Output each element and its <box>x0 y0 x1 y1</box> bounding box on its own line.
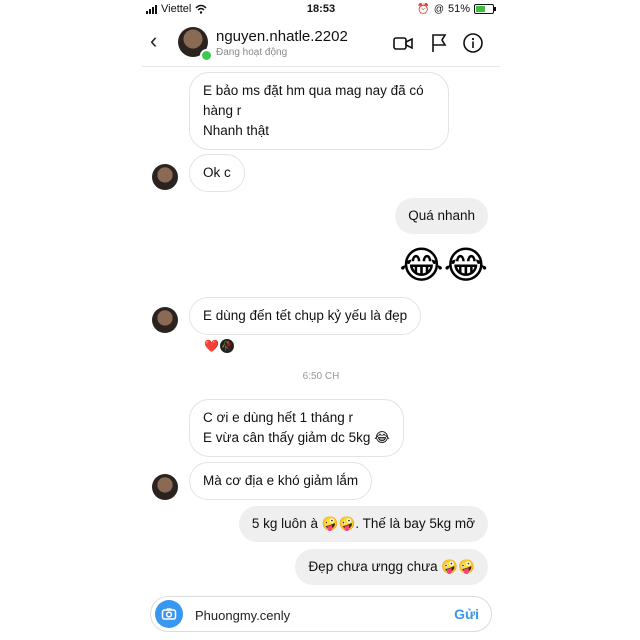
message-timestamp: 6:50 CH <box>302 371 340 382</box>
active-status: Đang hoạt động <box>216 47 288 58</box>
incoming-message[interactable]: C ơi e dùng hết 1 tháng r E vừa cân thấy… <box>189 399 404 457</box>
back-chevron-icon[interactable]: ‹ <box>150 30 157 52</box>
message-reactions[interactable]: ❤️ 🥀 <box>204 339 234 353</box>
video-call-icon[interactable] <box>392 32 414 54</box>
incoming-message[interactable]: Ok c <box>189 154 245 192</box>
chat-screen: Viettel 18:53 ⏰ @ 51% ‹ nguyen.nhatle.22… <box>142 0 500 640</box>
battery-percent: 51% <box>447 3 470 15</box>
avatar[interactable] <box>152 307 178 333</box>
incoming-message[interactable]: E dùng đến tết chụp kỷ yếu là đẹp <box>189 297 422 335</box>
outgoing-message[interactable]: Quá nhanh <box>395 198 488 234</box>
rose-reaction-icon: 🥀 <box>220 339 234 353</box>
message-input[interactable] <box>193 603 437 627</box>
heart-reaction-icon: ❤️ <box>204 339 219 353</box>
emoji-message[interactable]: 😂😂 <box>399 246 488 286</box>
flag-icon[interactable] <box>428 32 450 54</box>
outgoing-message[interactable]: 5 kg luôn à 🤪🤪. Thế là bay 5kg mỡ <box>238 506 488 542</box>
camera-icon[interactable] <box>155 600 183 628</box>
incoming-message[interactable]: Mà cơ địa e khó giảm lắm <box>189 462 373 500</box>
send-button[interactable]: Gửi <box>454 606 479 622</box>
avatar[interactable] <box>152 474 178 500</box>
battery-icon <box>474 4 496 14</box>
info-icon[interactable] <box>462 32 484 54</box>
rotation-lock-icon: @ <box>433 3 444 15</box>
alarm-icon: ⏰ <box>417 3 430 15</box>
message-composer: Gửi <box>150 596 492 632</box>
chat-header: ‹ nguyen.nhatle.2202 Đang hoạt động <box>142 20 500 67</box>
incoming-message[interactable]: E bảo ms đặt hm qua mag nay đã có hàng r… <box>189 72 449 150</box>
avatar[interactable] <box>152 164 178 190</box>
online-indicator <box>200 49 213 62</box>
status-bar: Viettel 18:53 ⏰ @ 51% <box>142 0 500 18</box>
chat-username[interactable]: nguyen.nhatle.2202 <box>216 28 348 45</box>
outgoing-message[interactable]: Đẹp chưa ưngg chưa 🤪🤪 <box>295 549 488 585</box>
